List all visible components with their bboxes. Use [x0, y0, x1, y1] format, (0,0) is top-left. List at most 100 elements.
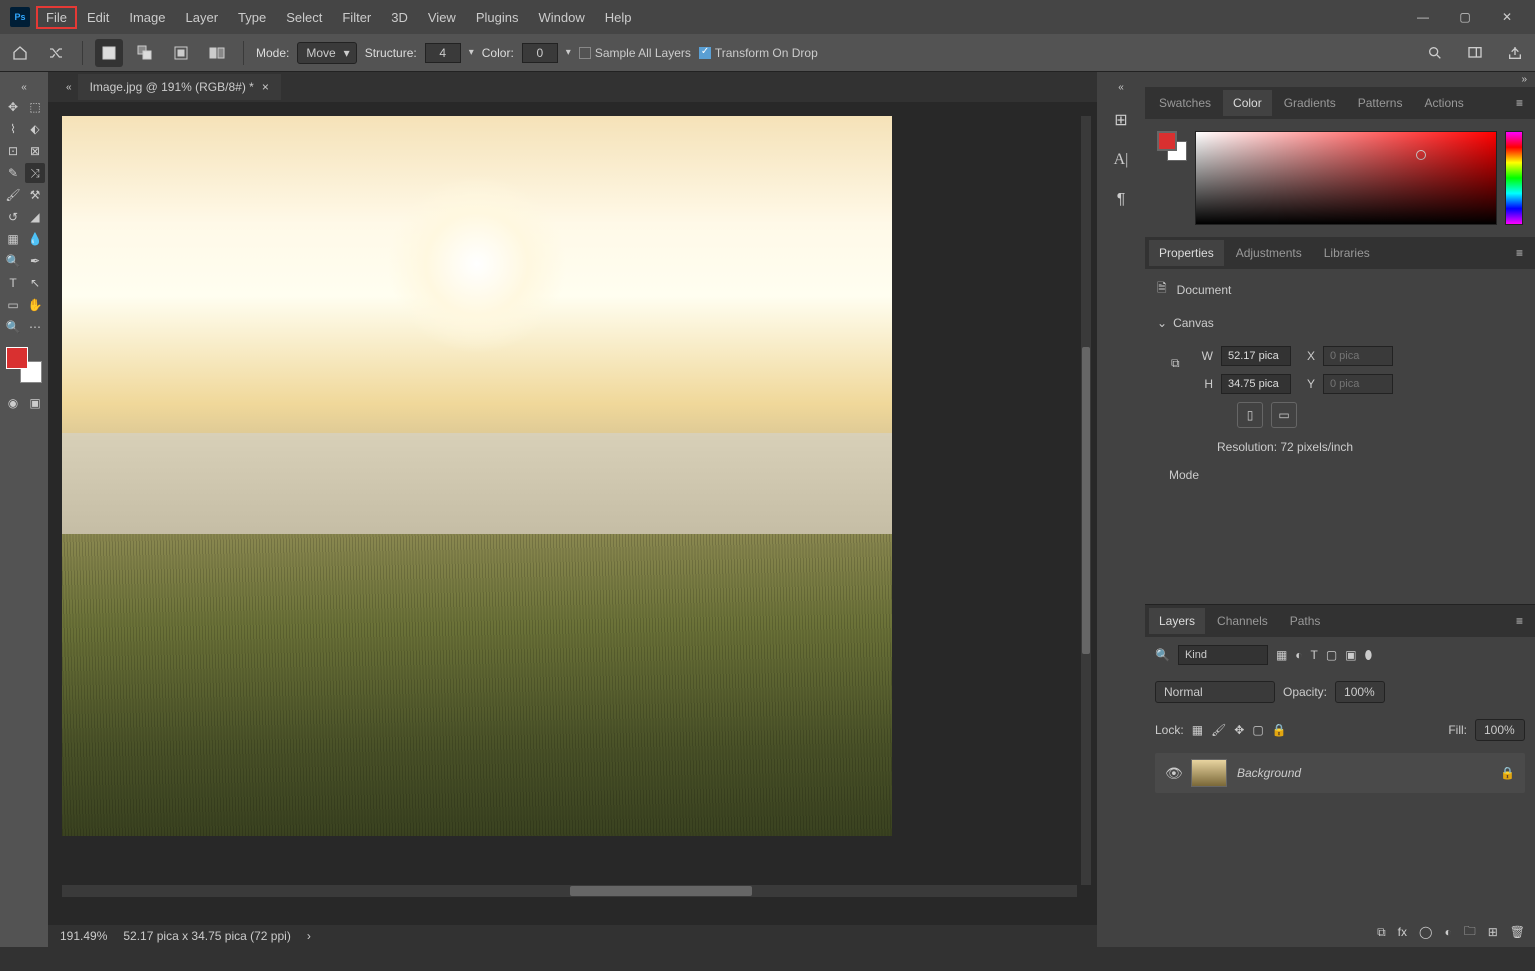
source-mirror-icon[interactable] [203, 39, 231, 67]
zoom-level[interactable]: 191.49% [60, 929, 107, 943]
menu-window[interactable]: Window [528, 6, 594, 29]
source-extend-icon[interactable] [131, 39, 159, 67]
lock-icon[interactable]: 🔒 [1500, 766, 1515, 780]
blur-tool[interactable]: 💧 [25, 229, 45, 249]
canvas-section-toggle[interactable]: ⌄ Canvas [1145, 310, 1535, 336]
lasso-tool[interactable]: ⌇ [3, 119, 23, 139]
layers-panel-menu-icon[interactable]: ≡ [1508, 614, 1531, 628]
filter-shape-icon[interactable]: ▢ [1326, 648, 1337, 663]
transform-on-drop-checkbox[interactable]: Transform On Drop [699, 46, 818, 60]
filter-toggle-icon[interactable]: ⬮ [1365, 648, 1373, 663]
edit-toolbar[interactable]: ⋯ [25, 317, 45, 337]
layer-style-icon[interactable]: fx [1398, 925, 1407, 939]
canvas[interactable] [62, 116, 892, 836]
menu-type[interactable]: Type [228, 6, 276, 29]
color-swatches[interactable] [6, 347, 42, 383]
menu-help[interactable]: Help [595, 6, 642, 29]
home-icon[interactable] [6, 39, 34, 67]
close-tab-icon[interactable]: × [262, 80, 269, 94]
source-new-icon[interactable] [95, 39, 123, 67]
menu-image[interactable]: Image [119, 6, 175, 29]
crop-tool[interactable]: ⊡ [3, 141, 23, 161]
screen-mode-tool[interactable]: ▣ [25, 393, 45, 413]
tab-patterns[interactable]: Patterns [1348, 90, 1413, 116]
minimize-button[interactable]: — [1411, 5, 1435, 29]
landscape-icon[interactable]: ▭ [1271, 402, 1297, 428]
lock-artboard-icon[interactable]: ▢ [1252, 723, 1263, 737]
quick-mask-tool[interactable]: ◉ [3, 393, 23, 413]
pen-tool[interactable]: ✒ [25, 251, 45, 271]
maximize-button[interactable]: ▢ [1453, 5, 1477, 29]
eyedropper-tool[interactable]: ✎ [3, 163, 23, 183]
layer-mask-icon[interactable]: ◯ [1419, 925, 1432, 939]
document-tab[interactable]: Image.jpg @ 191% (RGB/8#) * × [78, 74, 281, 100]
lock-transparent-icon[interactable]: ▦ [1192, 723, 1203, 737]
link-layers-icon[interactable]: ⧉ [1377, 925, 1386, 940]
color-input[interactable] [522, 43, 558, 63]
hue-slider[interactable] [1505, 131, 1523, 225]
filter-smart-icon[interactable]: ▣ [1345, 648, 1356, 663]
rectangle-tool[interactable]: ▭ [3, 295, 23, 315]
layer-thumbnail[interactable] [1191, 759, 1227, 787]
adjustment-layer-icon[interactable]: ◐ [1444, 925, 1451, 939]
paragraph-panel-icon[interactable]: ¶ [1106, 185, 1136, 215]
strip-collapse[interactable]: « [1112, 80, 1130, 95]
link-dimensions-icon[interactable]: ⧉ [1171, 356, 1180, 371]
menu-file[interactable]: File [36, 6, 77, 29]
filter-type-icon[interactable]: T [1311, 648, 1318, 663]
dodge-tool[interactable]: 🔍 [3, 251, 23, 271]
panels-collapse[interactable]: » [1513, 72, 1535, 87]
brush-tool[interactable]: 🖌 [3, 185, 23, 205]
history-brush-tool[interactable]: ↺ [3, 207, 23, 227]
type-tool[interactable]: T [3, 273, 23, 293]
color-preview[interactable] [1157, 131, 1187, 161]
layer-name[interactable]: Background [1237, 766, 1301, 780]
tab-layers[interactable]: Layers [1149, 608, 1205, 634]
tab-collapse[interactable]: « [60, 80, 78, 95]
toolbar-collapse[interactable]: « [15, 80, 33, 95]
gradient-tool[interactable]: ▦ [3, 229, 23, 249]
properties-panel-menu-icon[interactable]: ≡ [1508, 246, 1531, 260]
mode-select[interactable]: Move ▾ [297, 42, 356, 64]
horizontal-scrollbar[interactable] [62, 885, 1077, 897]
filter-pixel-icon[interactable]: ▦ [1276, 648, 1287, 663]
tab-actions[interactable]: Actions [1414, 90, 1473, 116]
path-select-tool[interactable]: ↖ [25, 273, 45, 293]
menu-filter[interactable]: Filter [332, 6, 381, 29]
tab-properties[interactable]: Properties [1149, 240, 1224, 266]
layer-filter-input[interactable] [1178, 645, 1268, 665]
tab-gradients[interactable]: Gradients [1274, 90, 1346, 116]
color-field[interactable] [1195, 131, 1497, 225]
menu-layer[interactable]: Layer [176, 6, 229, 29]
lock-all-icon[interactable]: 🔒 [1272, 723, 1287, 737]
eraser-tool[interactable]: ◢ [25, 207, 45, 227]
sample-all-checkbox[interactable]: Sample All Layers [579, 46, 691, 60]
foreground-color[interactable] [6, 347, 28, 369]
workspace-icon[interactable] [1461, 39, 1489, 67]
menu-view[interactable]: View [418, 6, 466, 29]
height-input[interactable] [1221, 374, 1291, 394]
menu-3d[interactable]: 3D [381, 6, 418, 29]
x-input[interactable] [1323, 346, 1393, 366]
source-scale-icon[interactable] [167, 39, 195, 67]
status-chevron-icon[interactable]: › [307, 929, 311, 943]
shuffle-icon[interactable] [42, 39, 70, 67]
frame-tool[interactable]: ⊠ [25, 141, 45, 161]
search-icon[interactable] [1421, 39, 1449, 67]
layer-background[interactable]: 👁 Background 🔒 [1155, 753, 1525, 793]
move-tool[interactable]: ✥ [3, 97, 23, 117]
opacity-input[interactable]: 100% [1335, 681, 1385, 703]
color-panel-menu-icon[interactable]: ≡ [1508, 96, 1531, 110]
group-icon[interactable]: 🗀 [1464, 922, 1476, 943]
tab-libraries[interactable]: Libraries [1314, 240, 1380, 266]
marquee-tool[interactable]: ⬚ [25, 97, 45, 117]
lock-image-icon[interactable]: 🖌 [1211, 723, 1226, 737]
menu-select[interactable]: Select [276, 6, 332, 29]
quick-select-tool[interactable]: ⬖ [25, 119, 45, 139]
zoom-tool[interactable]: 🔍 [3, 317, 23, 337]
vertical-scrollbar[interactable] [1081, 116, 1091, 885]
tab-color[interactable]: Color [1223, 90, 1272, 116]
stamp-tool[interactable]: ⚒ [25, 185, 45, 205]
visibility-icon[interactable]: 👁 [1165, 765, 1181, 782]
close-window-button[interactable]: ✕ [1495, 5, 1519, 29]
